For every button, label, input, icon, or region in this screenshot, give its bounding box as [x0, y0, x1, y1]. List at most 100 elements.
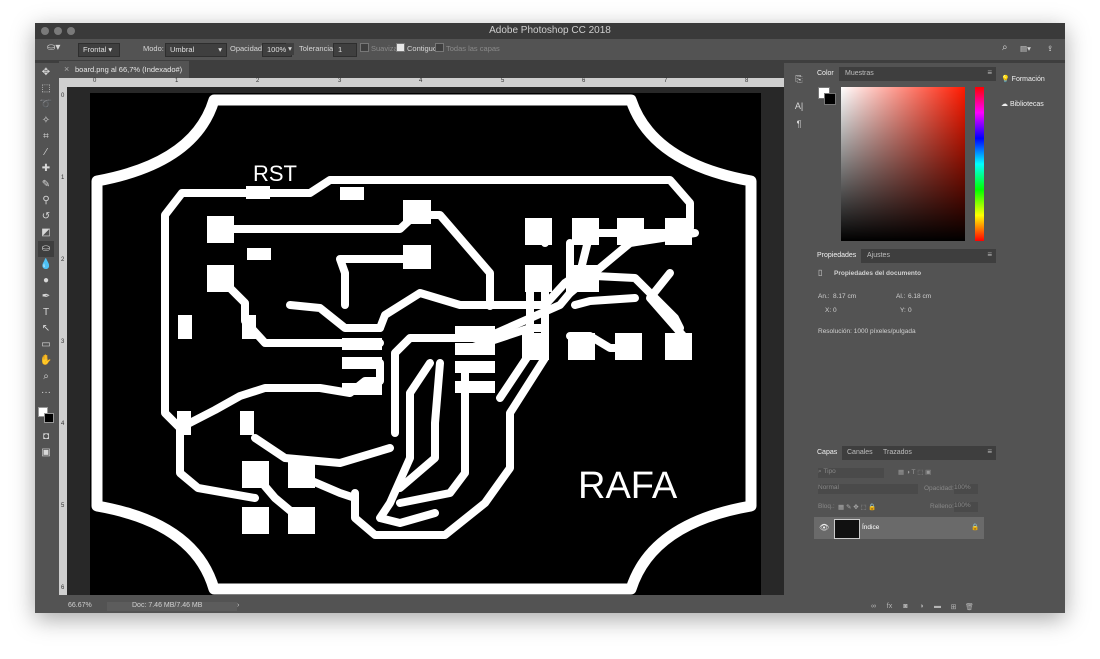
vertical-ruler[interactable]: 0 1 2 3 4 5 6 — [59, 87, 67, 595]
layer-filter-select[interactable]: ⌕ Tipo — [818, 468, 884, 478]
brush-tool-icon[interactable]: ✎ — [38, 177, 54, 193]
smooth-checkbox[interactable]: Suavizar — [360, 43, 400, 55]
dodge-tool-icon[interactable]: ● — [38, 273, 54, 289]
height-value[interactable]: 6.18 cm — [908, 293, 931, 300]
hand-tool-icon[interactable]: ✋ — [38, 353, 54, 369]
history-panel-icon[interactable]: ⎘ — [792, 72, 806, 86]
new-group-icon[interactable]: ▬ — [933, 603, 942, 610]
pcb-traces: RST RAFA — [91, 94, 757, 595]
pen-tool-icon[interactable]: ✒ — [38, 289, 54, 305]
pad — [525, 218, 552, 245]
panel-menu-icon[interactable]: ≡ — [987, 250, 992, 259]
minimize-window-button[interactable] — [54, 27, 62, 35]
y-value[interactable]: 0 — [908, 307, 912, 314]
opacity-dropdown-button[interactable]: ▾ — [286, 43, 294, 55]
close-window-button[interactable] — [41, 27, 49, 35]
tab-layers[interactable]: Capas — [812, 446, 843, 460]
tab-adjustments[interactable]: Ajustes — [862, 249, 895, 263]
pad — [342, 338, 382, 350]
history-brush-tool-icon[interactable]: ↺ — [38, 209, 54, 225]
more-tools-icon[interactable]: ··· — [38, 385, 54, 401]
preset-select[interactable]: Frontal ▾ — [78, 43, 120, 57]
share-icon[interactable]: ⇪ — [1047, 43, 1053, 55]
tolerance-input[interactable]: 1 — [333, 43, 357, 57]
character-panel-icon[interactable]: A| — [792, 99, 806, 113]
paint-bucket-icon[interactable]: ⛀▾ — [47, 42, 60, 54]
zoom-level[interactable]: 66.67% — [68, 602, 92, 609]
tab-swatches[interactable]: Muestras — [840, 67, 879, 81]
screen-mode-icon[interactable]: ▣ — [38, 445, 54, 461]
layer-style-icon[interactable]: fx — [885, 603, 894, 610]
color-picker-field[interactable] — [841, 87, 965, 241]
delete-layer-icon[interactable]: 🗑 — [965, 603, 974, 611]
checkbox-icon — [435, 43, 444, 52]
paint-bucket-tool-icon[interactable]: ⛀ — [38, 241, 54, 257]
libraries-button[interactable]: ☁ Bibliotecas — [1001, 96, 1044, 114]
search-icon[interactable]: ⌕ — [1002, 42, 1008, 54]
rectangle-tool-icon[interactable]: ▭ — [38, 337, 54, 353]
pad — [572, 265, 599, 292]
type-tool-icon[interactable]: T — [38, 305, 54, 321]
document-tab[interactable]: × board.png al 66,7% (Indexado#) — [59, 61, 189, 78]
quick-mask-icon[interactable]: ◘ — [38, 429, 54, 445]
learn-button[interactable]: 💡 Formación — [1001, 71, 1045, 89]
mode-select[interactable]: Umbral ▾ — [165, 43, 227, 57]
clone-stamp-tool-icon[interactable]: ⚲ — [38, 193, 54, 209]
path-selection-tool-icon[interactable]: ↖ — [38, 321, 54, 337]
lock-icons[interactable]: ▦ ✎ ✥ ⬚ 🔒 — [838, 503, 877, 511]
all-layers-checkbox[interactable]: Todas las capas — [435, 43, 500, 55]
marquee-tool-icon[interactable]: ⬚ — [38, 81, 54, 97]
status-bar: 66.67% Doc: 7.46 MB/7.46 MB › — [59, 601, 784, 613]
zoom-window-button[interactable] — [67, 27, 75, 35]
move-tool-icon[interactable]: ✥ — [38, 65, 54, 81]
pad — [177, 411, 191, 435]
width-value[interactable]: 8.17 cm — [833, 293, 856, 300]
layer-row[interactable]: 👁 Índice 🔒 — [814, 517, 984, 539]
hue-slider[interactable] — [975, 87, 984, 241]
contiguous-checkbox[interactable]: Contiguo — [396, 43, 437, 55]
fill-input[interactable]: 100% — [954, 502, 978, 512]
tab-paths[interactable]: Trazados — [878, 446, 917, 460]
eraser-tool-icon[interactable]: ◩ — [38, 225, 54, 241]
lasso-tool-icon[interactable]: ➰ — [38, 97, 54, 113]
x-value[interactable]: 0 — [833, 307, 837, 314]
workspace-icon[interactable]: ▤▾ — [1020, 43, 1031, 55]
close-icon[interactable]: × — [64, 61, 69, 78]
paragraph-panel-icon[interactable]: ¶ — [792, 117, 806, 131]
crop-tool-icon[interactable]: ⌗ — [38, 129, 54, 145]
trace — [216, 211, 419, 233]
ruler-origin[interactable] — [59, 78, 67, 87]
background-swatch[interactable] — [824, 93, 836, 105]
tab-color[interactable]: Color — [812, 67, 839, 81]
pad — [568, 333, 595, 360]
layers-panel-header: Capas Canales Trazados ≡ — [812, 446, 996, 460]
zoom-tool-icon[interactable]: ⌕ — [38, 369, 54, 385]
pad — [342, 357, 382, 369]
background-color-swatch[interactable] — [44, 413, 54, 423]
resolution-text: Resolución: 1000 píxeles/pulgada — [818, 328, 916, 335]
healing-brush-tool-icon[interactable]: ✚ — [38, 161, 54, 177]
chevron-right-icon[interactable]: › — [237, 602, 239, 609]
adjustment-layer-icon[interactable]: ◑ — [917, 603, 926, 610]
tab-channels[interactable]: Canales — [842, 446, 878, 460]
doc-size: Doc: 7.46 MB/7.46 MB — [132, 602, 203, 609]
new-layer-icon[interactable]: ⊞ — [949, 603, 958, 611]
magic-wand-tool-icon[interactable]: ✧ — [38, 113, 54, 129]
trace — [176, 359, 384, 432]
layer-filter-icons[interactable]: ▦ ◑ T ⬚ ▣ — [898, 468, 931, 476]
eyedropper-tool-icon[interactable]: ⁄ — [38, 145, 54, 161]
eye-icon[interactable]: 👁 — [819, 523, 829, 532]
layer-mask-icon[interactable]: ◙ — [901, 603, 910, 610]
pcb-image[interactable]: RST RAFA — [90, 93, 761, 595]
panel-menu-icon[interactable]: ≡ — [987, 68, 992, 77]
panel-menu-icon[interactable]: ≡ — [987, 447, 992, 456]
layer-name[interactable]: Índice — [862, 524, 879, 531]
blend-mode-select[interactable]: Normal — [818, 484, 918, 494]
tab-properties[interactable]: Propiedades — [812, 249, 862, 263]
horizontal-ruler[interactable]: 0 1 2 3 4 5 6 7 8 — [67, 78, 784, 87]
photoshop-window: Adobe Photoshop CC 2018 ⛀▾ Frontal ▾ Mod… — [35, 23, 1065, 613]
link-layers-icon[interactable]: ∞ — [869, 603, 878, 610]
layer-opacity-input[interactable]: 100% — [954, 484, 978, 494]
pad — [665, 333, 692, 360]
blur-tool-icon[interactable]: 💧 — [38, 257, 54, 273]
